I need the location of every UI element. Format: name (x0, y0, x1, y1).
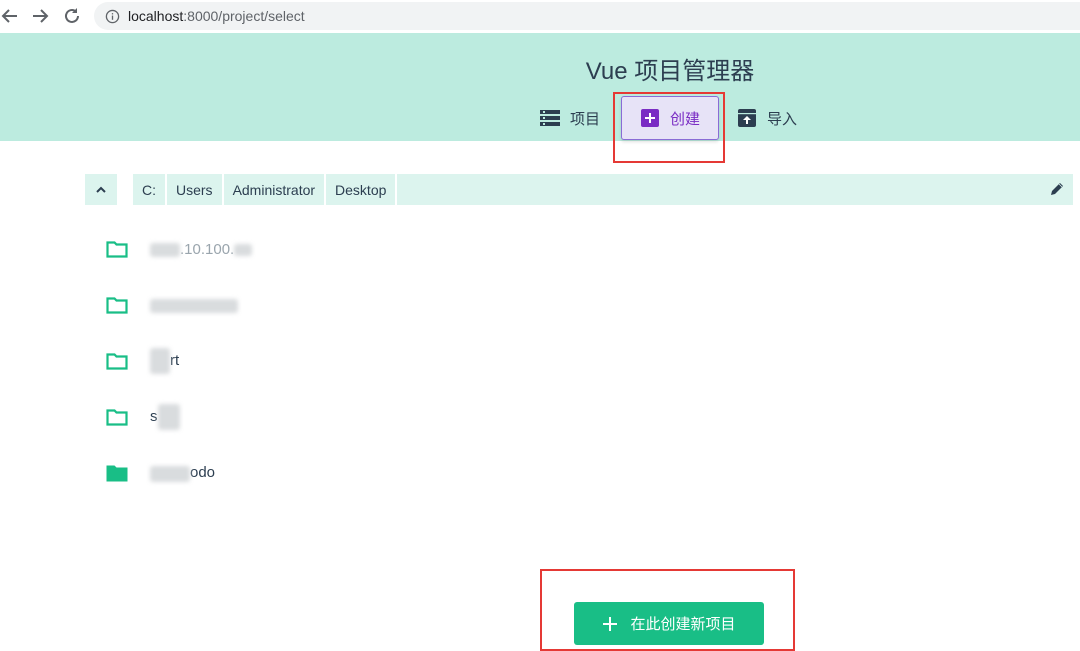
tab-projects[interactable]: 项目 (540, 96, 600, 140)
main-tabs: 项目 创建 导入 (0, 96, 1080, 142)
folder-name: .10.100. (150, 240, 253, 258)
folder-filled-icon (106, 465, 128, 482)
browser-toolbar: localhost:8000/project/select (0, 0, 1080, 32)
info-icon[interactable] (104, 8, 120, 24)
folder-name: odo (150, 464, 216, 482)
url-text: localhost:8000/project/select (128, 8, 305, 24)
folder-name-text: rt (170, 351, 180, 369)
path-segment-administrator[interactable]: Administrator (224, 174, 327, 205)
folder-item[interactable]: s (106, 403, 180, 431)
back-arrow-icon[interactable] (0, 6, 20, 26)
folder-item[interactable]: .10.100. (106, 235, 253, 263)
folder-name: rt (150, 348, 179, 374)
folder-item[interactable]: rt (106, 347, 179, 375)
path-segment-desktop[interactable]: Desktop (326, 174, 398, 205)
highlight-box-create-here (540, 569, 795, 651)
reload-icon[interactable] (62, 6, 82, 26)
url-host: localhost (128, 8, 184, 24)
edit-path-pencil-icon[interactable] (1049, 181, 1065, 197)
list-icon (540, 108, 560, 128)
address-bar[interactable]: localhost:8000/project/select (94, 2, 1080, 30)
folder-item[interactable] (106, 291, 238, 319)
folder-name-text: .10.100. (180, 240, 235, 258)
chevron-up-icon (96, 186, 106, 193)
tab-import[interactable]: 导入 (737, 96, 797, 140)
forward-arrow-icon[interactable] (30, 6, 50, 26)
folder-item[interactable]: odo (106, 459, 215, 487)
path-breadcrumb: C: Users Administrator Desktop (133, 174, 1073, 205)
folder-up-button[interactable] (85, 174, 117, 205)
unarchive-icon (737, 108, 757, 128)
folder-outline-icon (106, 409, 128, 426)
folder-name (150, 297, 238, 314)
folder-outline-icon (106, 297, 128, 314)
page-header: Vue 项目管理器 项目 创建 导入 (0, 33, 1080, 141)
tab-import-label: 导入 (767, 110, 798, 128)
path-segment-users[interactable]: Users (167, 174, 224, 205)
highlight-box-create-tab (613, 92, 725, 163)
url-path: :8000/project/select (183, 8, 305, 24)
folder-outline-icon (106, 241, 128, 258)
folder-outline-icon (106, 353, 128, 370)
tab-projects-label: 项目 (570, 110, 601, 128)
folder-name-text: odo (190, 464, 216, 482)
folder-name: s (150, 404, 180, 430)
page-title: Vue 项目管理器 (585, 58, 755, 85)
folder-name-text: s (150, 407, 158, 425)
path-segment-drive[interactable]: C: (133, 174, 167, 205)
